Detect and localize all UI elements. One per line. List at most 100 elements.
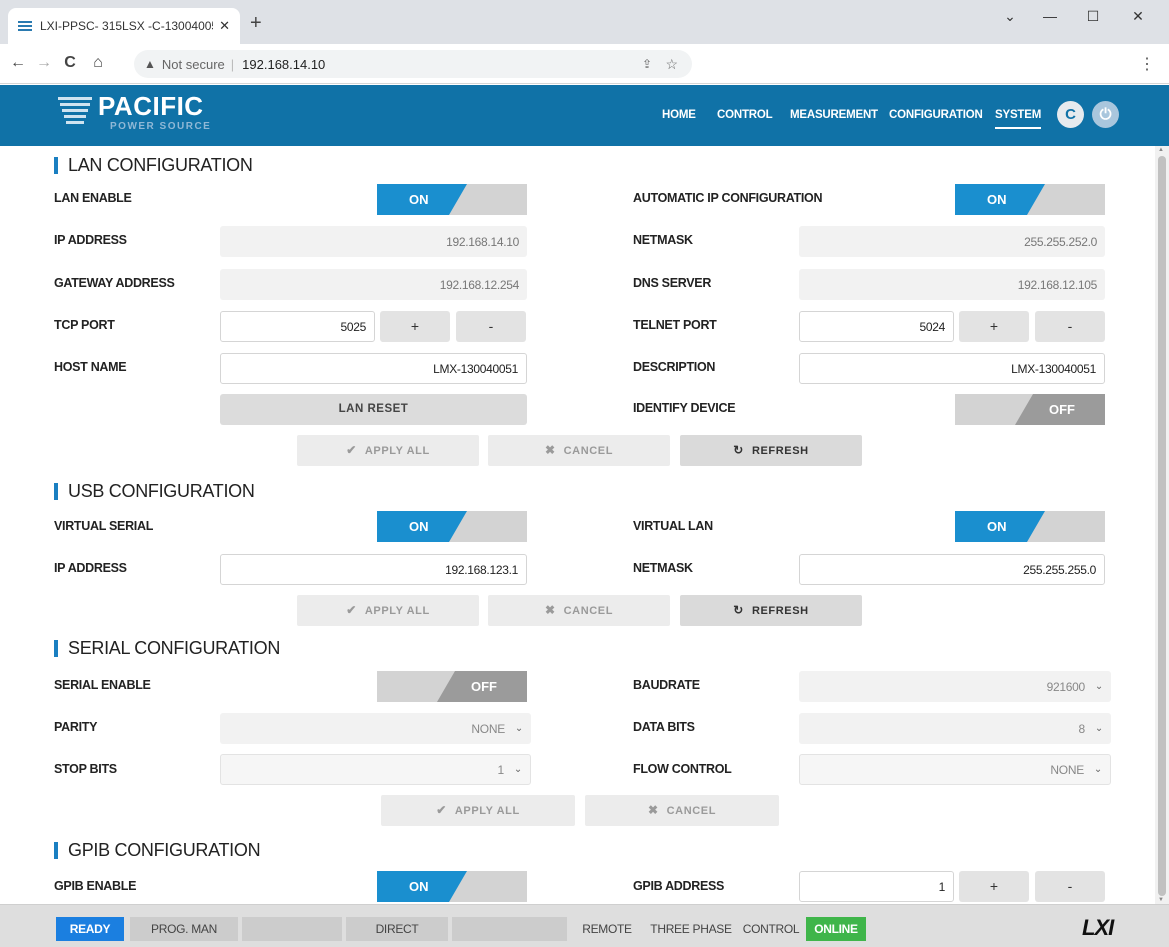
minimize-button[interactable]: — — [1030, 8, 1070, 24]
lan-enable-toggle[interactable]: ON — [377, 184, 527, 215]
baudrate-value: 921600 — [1046, 679, 1086, 694]
auto-ip-label: AUTOMATIC IP CONFIGURATION — [633, 191, 823, 205]
host-name-label: HOST NAME — [54, 360, 127, 374]
telnet-port-increment-button[interactable]: + — [959, 311, 1029, 342]
baudrate-select[interactable]: 921600 ⌄ — [799, 671, 1111, 702]
usb-apply-all-button[interactable]: ✔ APPLY ALL — [297, 595, 479, 626]
url-text: 192.168.14.10 — [242, 56, 326, 72]
dns-field[interactable]: 192.168.12.105 — [799, 269, 1105, 300]
scrollbar-thumb[interactable] — [1158, 156, 1166, 896]
parity-label: PARITY — [54, 720, 98, 734]
tab-search-icon[interactable]: ⌄ — [990, 8, 1030, 25]
chevron-down-icon: ⌄ — [513, 764, 522, 775]
netmask-field[interactable]: 255.255.252.0 — [799, 226, 1105, 257]
tcp-port-increment-button[interactable]: + — [380, 311, 450, 342]
serial-cancel-button[interactable]: ✖ CANCEL — [585, 795, 779, 826]
chevron-down-icon: ⌄ — [514, 723, 523, 734]
status-empty-2 — [452, 917, 567, 941]
flow-control-select[interactable]: NONE ⌄ — [799, 754, 1111, 785]
scroll-down-icon[interactable]: ▼ — [1158, 897, 1164, 903]
virtual-lan-toggle[interactable]: ON — [955, 511, 1105, 542]
forward-icon[interactable]: → — [34, 54, 54, 72]
tcp-port-input[interactable]: 5025 — [220, 311, 375, 342]
usb-refresh-button[interactable]: ↻ REFRESH — [680, 595, 862, 626]
power-icon[interactable]: ⏻ — [1092, 101, 1119, 128]
telnet-port-input[interactable]: 5024 — [799, 311, 954, 342]
refresh-label: REFRESH — [751, 605, 809, 617]
gpib-enable-label: GPIB ENABLE — [54, 879, 137, 893]
address-bar[interactable]: ▲ Not secure | 192.168.14.10 ⇪ ☆ — [134, 50, 692, 78]
toggle-off-part: OFF — [437, 671, 527, 702]
virtual-lan-label: VIRTUAL LAN — [633, 519, 713, 533]
scroll-up-icon[interactable]: ▲ — [1158, 147, 1164, 153]
gpib-address-increment-button[interactable]: + — [959, 871, 1029, 902]
logo-word: PACIFIC — [98, 91, 204, 121]
usb-cancel-button[interactable]: ✖ CANCEL — [488, 595, 670, 626]
identify-device-label: IDENTIFY DEVICE — [633, 401, 736, 415]
dns-label: DNS SERVER — [633, 276, 712, 290]
share-icon[interactable]: ⇪ — [642, 57, 652, 71]
netmask-label: NETMASK — [633, 233, 693, 247]
window-close-button[interactable]: ✕ — [1118, 8, 1158, 25]
browser-tab[interactable]: LXI-PPSC- 315LSX -C-13004005 ✕ — [8, 8, 240, 44]
new-tab-button[interactable]: + — [250, 12, 262, 34]
page-scrollbar[interactable]: ▲ ▼ — [1155, 146, 1169, 904]
status-bar: READY PROG. MAN DIRECT REMOTE THREE PHAS… — [0, 904, 1169, 947]
cross-icon: ✖ — [544, 443, 556, 457]
chevron-down-icon: ⌄ — [1094, 681, 1103, 692]
serial-enable-toggle[interactable]: OFF — [377, 671, 527, 702]
refresh-icon[interactable]: C — [1057, 101, 1084, 128]
serial-apply-all-button[interactable]: ✔ APPLY ALL — [381, 795, 575, 826]
reload-icon[interactable]: C — [60, 54, 80, 72]
tcp-port-label: TCP PORT — [54, 318, 115, 332]
telnet-port-label: TELNET PORT — [633, 318, 717, 332]
browser-menu-icon[interactable]: ⋮ — [1139, 54, 1155, 74]
data-bits-select[interactable]: 8 ⌄ — [799, 713, 1111, 744]
refresh-label: REFRESH — [751, 445, 809, 457]
virtual-serial-toggle[interactable]: ON — [377, 511, 527, 542]
lan-section-title: LAN CONFIGURATION — [54, 155, 253, 176]
gateway-field[interactable]: 192.168.12.254 — [220, 269, 527, 300]
nav-configuration[interactable]: CONFIGURATION — [889, 109, 983, 121]
status-direct: DIRECT — [346, 917, 448, 941]
nav-system[interactable]: SYSTEM — [995, 109, 1041, 129]
apply-label: APPLY ALL — [454, 805, 520, 817]
back-icon[interactable]: ← — [8, 54, 28, 72]
gpib-enable-toggle[interactable]: ON — [377, 871, 527, 902]
logo-mark-icon — [58, 97, 92, 127]
nav-home[interactable]: HOME — [662, 109, 696, 121]
status-control: CONTROL — [742, 922, 800, 936]
telnet-port-decrement-button[interactable]: - — [1035, 311, 1105, 342]
lan-refresh-button[interactable]: ↻ REFRESH — [680, 435, 862, 466]
bookmark-star-icon[interactable]: ☆ — [665, 56, 678, 73]
chevron-down-icon: ⌄ — [1093, 764, 1102, 775]
auto-ip-toggle[interactable]: ON — [955, 184, 1105, 215]
status-three-phase: THREE PHASE — [650, 922, 732, 936]
favicon-icon — [18, 21, 32, 31]
lan-reset-button[interactable]: LAN RESET — [220, 394, 527, 425]
usb-ip-address-input[interactable]: 192.168.123.1 — [220, 554, 527, 585]
nav-control[interactable]: CONTROL — [717, 109, 773, 121]
status-prog-man: PROG. MAN — [130, 917, 238, 941]
tab-close-icon[interactable]: ✕ — [219, 18, 230, 34]
parity-select[interactable]: NONE ⌄ — [220, 713, 531, 744]
usb-section-title: USB CONFIGURATION — [54, 481, 255, 502]
identify-device-toggle[interactable]: OFF — [955, 394, 1105, 425]
lan-apply-all-button[interactable]: ✔ APPLY ALL — [297, 435, 479, 466]
gpib-address-decrement-button[interactable]: - — [1035, 871, 1105, 902]
lan-cancel-button[interactable]: ✖ CANCEL — [488, 435, 670, 466]
maximize-button[interactable]: ☐ — [1073, 8, 1113, 25]
tcp-port-decrement-button[interactable]: - — [456, 311, 526, 342]
ip-address-field[interactable]: 192.168.14.10 — [220, 226, 527, 257]
usb-netmask-input[interactable]: 255.255.255.0 — [799, 554, 1105, 585]
description-input[interactable]: LMX-130040051 — [799, 353, 1105, 384]
status-ready: READY — [56, 917, 124, 941]
toggle-on-part: ON — [955, 511, 1045, 542]
home-icon[interactable]: ⌂ — [88, 54, 108, 72]
serial-enable-label: SERIAL ENABLE — [54, 678, 151, 692]
stop-bits-select[interactable]: 1 ⌄ — [220, 754, 531, 785]
toggle-on-part: ON — [377, 184, 467, 215]
nav-measurement[interactable]: MEASUREMENT — [790, 109, 878, 121]
host-name-input[interactable]: LMX-130040051 — [220, 353, 527, 384]
gpib-address-input[interactable]: 1 — [799, 871, 954, 902]
